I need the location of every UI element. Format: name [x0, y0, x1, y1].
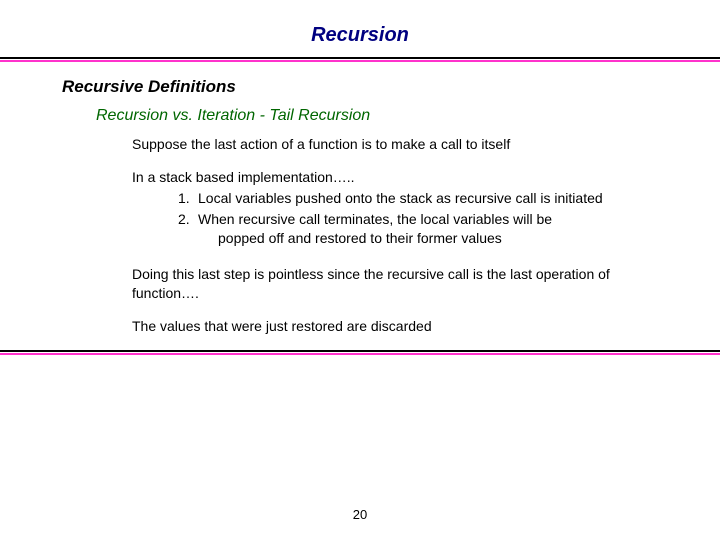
page-number: 20 [0, 507, 720, 522]
list-text-continuation: popped off and restored to their former … [218, 229, 658, 248]
list-number: 1. [178, 189, 190, 208]
list-item: 1. Local variables pushed onto the stack… [178, 189, 658, 208]
list-block: In a stack based implementation….. 1. Lo… [132, 168, 658, 248]
paragraph: The values that were just restored are d… [132, 317, 658, 336]
paragraph: Suppose the last action of a function is… [132, 135, 658, 154]
list-number: 2. [178, 210, 190, 229]
subsection-heading: Recursion vs. Iteration - Tail Recursion [96, 107, 658, 125]
divider-bottom [0, 350, 720, 356]
slide: Recursion Recursive Definitions Recursio… [0, 0, 720, 540]
divider-line [0, 57, 720, 59]
list-item: 2. When recursive call terminates, the l… [178, 210, 658, 248]
divider-line [0, 60, 720, 62]
numbered-list: 1. Local variables pushed onto the stack… [178, 189, 658, 248]
divider-top [0, 57, 720, 63]
divider-line [0, 353, 720, 355]
section-heading: Recursive Definitions [62, 77, 658, 97]
list-text: When recursive call terminates, the loca… [198, 211, 552, 227]
slide-title: Recursion [0, 0, 720, 55]
paragraph: Doing this last step is pointless since … [132, 265, 658, 303]
content-area: Recursive Definitions Recursion vs. Iter… [0, 63, 720, 336]
list-text: Local variables pushed onto the stack as… [198, 190, 603, 206]
paragraph: In a stack based implementation….. [132, 168, 658, 187]
body-text: Suppose the last action of a function is… [132, 135, 658, 336]
divider-line [0, 350, 720, 352]
